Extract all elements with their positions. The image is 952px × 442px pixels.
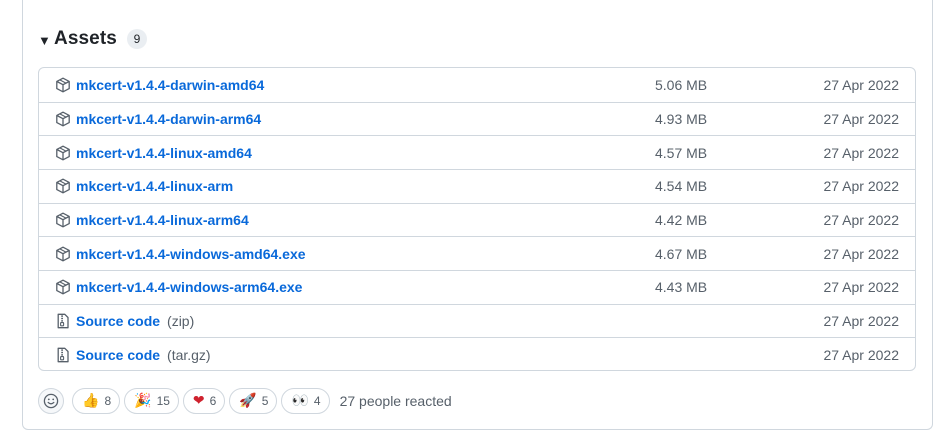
package-icon bbox=[55, 77, 71, 93]
asset-size: 4.93 MB bbox=[655, 110, 708, 127]
asset-date: 27 Apr 2022 bbox=[823, 245, 899, 262]
package-icon bbox=[55, 111, 71, 127]
reaction-count: 15 bbox=[156, 394, 170, 408]
asset-link[interactable]: mkcert-v1.4.4-linux-arm bbox=[76, 178, 233, 194]
reaction-button[interactable]: 🎉 15 bbox=[124, 388, 179, 414]
asset-date: 27 Apr 2022 bbox=[823, 76, 899, 93]
reaction-button[interactable]: 👀 4 bbox=[281, 388, 330, 414]
package-icon bbox=[55, 178, 71, 194]
asset-row: Source code (zip) 27 Apr 2022 bbox=[39, 303, 915, 338]
rocket-icon: 🚀 bbox=[239, 393, 257, 409]
assets-count-badge: 9 bbox=[126, 29, 147, 49]
asset-size: 4.54 MB bbox=[655, 178, 708, 195]
asset-archive-type[interactable]: (zip) bbox=[167, 313, 194, 329]
asset-row: mkcert-v1.4.4-windows-arm64.exe 4.43 MB 27… bbox=[39, 269, 915, 304]
asset-row: mkcert-v1.4.4-windows-amd64.exe 4.67 MB 27… bbox=[39, 236, 915, 270]
file-zip-icon bbox=[55, 347, 71, 363]
asset-size: 4.57 MB bbox=[655, 144, 708, 161]
reaction-count: 8 bbox=[104, 394, 112, 408]
thumbs-up-icon: 👍 bbox=[82, 393, 100, 409]
reaction-count: 6 bbox=[209, 394, 217, 408]
asset-link[interactable]: mkcert-v1.4.4-linux-arm64 bbox=[76, 212, 249, 228]
asset-size: 4.43 MB bbox=[655, 279, 708, 296]
asset-row: mkcert-v1.4.4-linux-arm 4.54 MB 27 Apr 202… bbox=[39, 168, 915, 203]
reactions-summary: 27 people reacted bbox=[339, 393, 452, 409]
reaction-count: 4 bbox=[313, 394, 321, 408]
reaction-button[interactable]: 🚀 5 bbox=[229, 388, 278, 414]
asset-link[interactable]: mkcert-v1.4.4-linux-amd64 bbox=[76, 145, 252, 161]
asset-link[interactable]: mkcert-v1.4.4-windows-arm64.exe bbox=[76, 279, 302, 295]
package-icon bbox=[55, 212, 71, 228]
reaction-button[interactable]: 👍 8 bbox=[72, 388, 121, 414]
asset-row: Source code (tar.gz) 27 Apr 2022 bbox=[39, 337, 915, 370]
asset-date: 27 Apr 2022 bbox=[823, 346, 899, 363]
assets-title: Assets bbox=[54, 28, 117, 49]
eyes-icon: 👀 bbox=[291, 393, 309, 409]
package-icon bbox=[55, 279, 71, 295]
asset-list: mkcert-v1.4.4-darwin-amd64 5.06 MB 27 Apr … bbox=[38, 67, 916, 371]
package-icon bbox=[55, 246, 71, 262]
asset-link[interactable]: mkcert-v1.4.4-darwin-arm64 bbox=[76, 111, 261, 127]
asset-row: mkcert-v1.4.4-linux-arm64 4.42 MB 27 Apr 2… bbox=[39, 202, 915, 237]
caret-down-icon: ▼ bbox=[38, 32, 51, 48]
asset-row: mkcert-v1.4.4-darwin-amd64 5.06 MB 27 Apr … bbox=[39, 68, 915, 102]
asset-date: 27 Apr 2022 bbox=[823, 178, 899, 195]
smiley-icon bbox=[43, 393, 59, 409]
add-reaction-button[interactable] bbox=[38, 388, 64, 414]
reactions-bar: 👍 8 🎉 15 ❤ 6 🚀 5 👀 4 27 people reacted bbox=[38, 387, 452, 415]
asset-link[interactable]: Source code bbox=[76, 313, 160, 329]
asset-row: mkcert-v1.4.4-linux-amd64 4.57 MB 27 Apr 2… bbox=[39, 135, 915, 169]
asset-date: 27 Apr 2022 bbox=[823, 211, 899, 228]
asset-date: 27 Apr 2022 bbox=[823, 312, 899, 329]
asset-link[interactable]: mkcert-v1.4.4-darwin-amd64 bbox=[76, 77, 264, 93]
asset-link[interactable]: Source code bbox=[76, 347, 160, 363]
asset-row: mkcert-v1.4.4-darwin-arm64 4.93 MB 27 Apr … bbox=[39, 101, 915, 136]
asset-date: 27 Apr 2022 bbox=[823, 110, 899, 127]
package-icon bbox=[55, 145, 71, 161]
reaction-button[interactable]: ❤ 6 bbox=[182, 388, 226, 414]
file-zip-icon bbox=[55, 313, 71, 329]
asset-link[interactable]: mkcert-v1.4.4-windows-amd64.exe bbox=[76, 246, 306, 262]
asset-date: 27 Apr 2022 bbox=[823, 144, 899, 161]
party-popper-icon: 🎉 bbox=[134, 393, 152, 409]
assets-toggle[interactable]: ▼ Assets 9 bbox=[38, 26, 147, 52]
heart-icon: ❤ bbox=[192, 393, 205, 409]
asset-size: 5.06 MB bbox=[655, 76, 708, 93]
asset-size: 4.67 MB bbox=[655, 245, 708, 262]
asset-date: 27 Apr 2022 bbox=[823, 279, 899, 296]
asset-size: 4.42 MB bbox=[655, 211, 708, 228]
reaction-count: 5 bbox=[261, 394, 269, 408]
asset-archive-type[interactable]: (tar.gz) bbox=[167, 347, 211, 363]
